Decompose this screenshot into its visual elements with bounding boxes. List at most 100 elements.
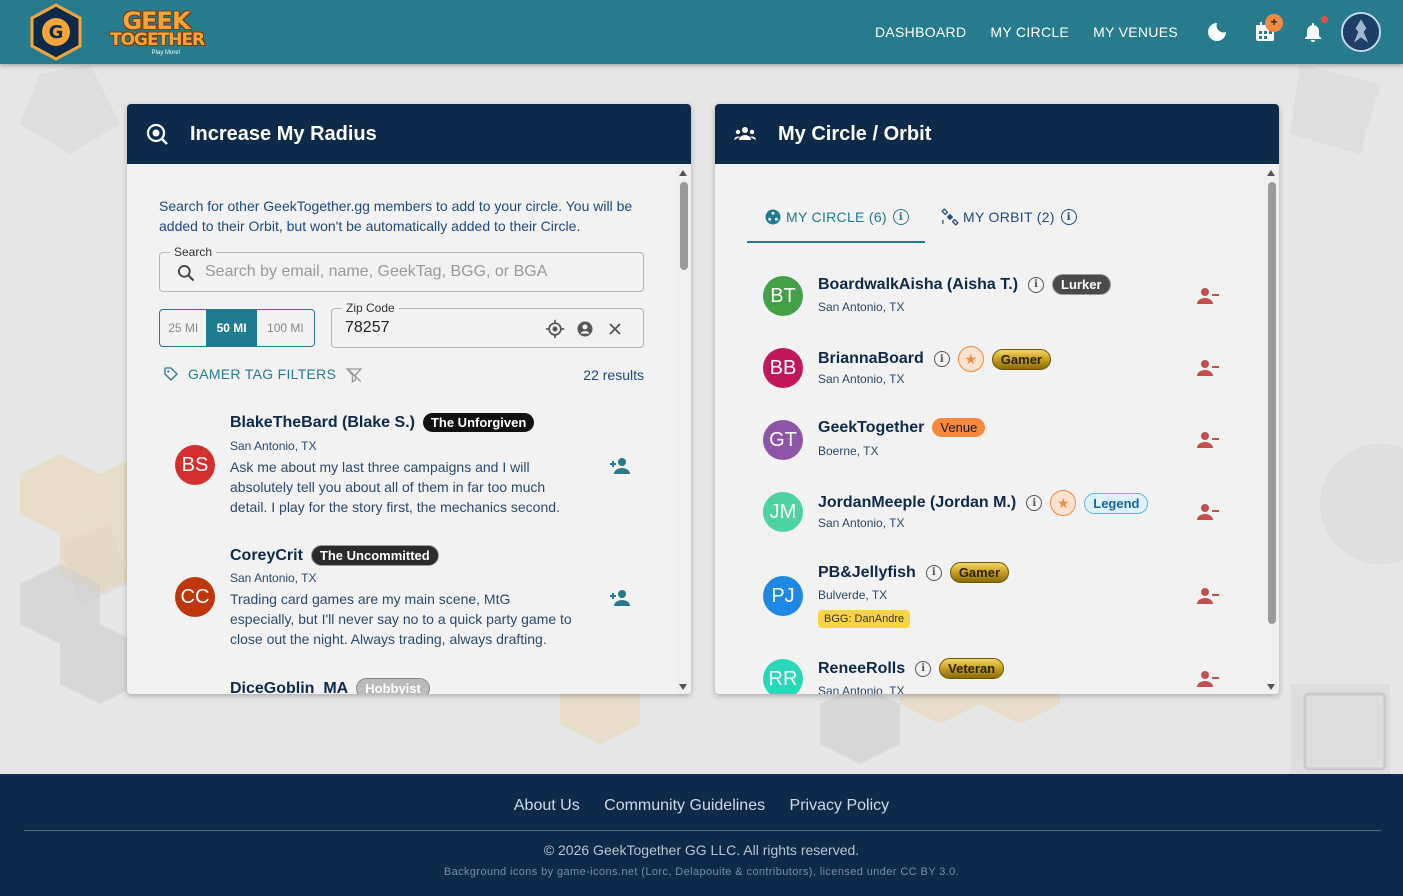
- dark-mode-moon-icon[interactable]: [1205, 20, 1229, 44]
- nav-my-circle[interactable]: MY CIRCLE: [990, 24, 1069, 40]
- nav-my-venues[interactable]: MY VENUES: [1093, 24, 1178, 40]
- scroll-down-arrow-icon[interactable]: [679, 684, 687, 690]
- clear-zip-icon[interactable]: [605, 319, 625, 339]
- geektogether-logo-icon[interactable]: G: [29, 3, 83, 61]
- gamer-tag-badge: Gamer: [991, 348, 1051, 370]
- footer-guidelines-link[interactable]: Community Guidelines: [604, 797, 765, 814]
- filter-off-icon[interactable]: [345, 366, 363, 384]
- footer-about-link[interactable]: About Us: [514, 797, 580, 814]
- radius-option-25[interactable]: 25 MI: [160, 310, 208, 346]
- avatar: PJ: [763, 576, 803, 616]
- tab-my-circle[interactable]: MY CIRCLE (6) i: [764, 208, 909, 226]
- member-location: San Antonio, TX: [230, 571, 317, 585]
- circle-member-location: San Antonio, TX: [818, 300, 905, 314]
- circle-member-location: Boerne, TX: [818, 444, 879, 458]
- remove-from-circle-icon[interactable]: [1196, 356, 1220, 380]
- tab-my-orbit[interactable]: MY ORBIT (2) i: [941, 208, 1077, 226]
- circle-member-name[interactable]: BriannaBoard i ★ Gamer: [818, 346, 1051, 372]
- circle-member-name-text: PB&Jellyfish: [818, 563, 916, 581]
- circle-tab-icon: [765, 209, 781, 225]
- avatar: BS: [175, 445, 215, 485]
- gamer-tag-filters-label: GAMER TAG FILTERS: [188, 366, 337, 382]
- member-bio: Trading card games are my main scene, Mt…: [230, 591, 572, 647]
- circle-member-location: Bulverde, TX: [818, 588, 888, 602]
- remove-from-circle-icon[interactable]: [1196, 284, 1220, 308]
- radius-option-50[interactable]: 50 MI: [207, 310, 257, 346]
- gamer-tag-badge: The Unforgiven: [422, 413, 535, 432]
- active-tab-indicator: [747, 241, 925, 243]
- orbit-info-icon[interactable]: i: [1060, 209, 1077, 225]
- brand-word-line2: TOGETHER: [110, 30, 205, 50]
- circle-info-icon[interactable]: i: [892, 209, 909, 225]
- top-navigation-bar: G GEEK TOGETHER Play More! DASHBOARD MY …: [0, 0, 1403, 64]
- member-name-text: CoreyCrit: [230, 546, 303, 564]
- scroll-up-arrow-icon[interactable]: [1267, 170, 1275, 176]
- circle-member-name[interactable]: BoardwalkAisha (Aisha T.) i Lurker: [818, 274, 1111, 295]
- circle-member-name[interactable]: PB&Jellyfish i Gamer: [818, 562, 1010, 583]
- circle-member-name[interactable]: ReneeRolls i Veteran: [818, 658, 1005, 679]
- member-info-icon[interactable]: i: [1026, 495, 1043, 511]
- scroll-down-arrow-icon[interactable]: [1267, 684, 1275, 690]
- search-placeholder: Search by email, name, GeekTag, BGG, or …: [205, 263, 548, 280]
- radius-search-icon: [146, 123, 168, 145]
- increase-radius-header: Increase My Radius: [127, 104, 691, 164]
- gamer-tag-badge: Lurker: [1052, 274, 1111, 295]
- logo-mark-text: G: [49, 22, 64, 43]
- user-avatar[interactable]: [1341, 12, 1381, 52]
- member-location: San Antonio, TX: [230, 439, 317, 453]
- remove-from-circle-icon[interactable]: [1196, 500, 1220, 524]
- member-info-icon[interactable]: i: [915, 660, 932, 677]
- member-name[interactable]: CoreyCrit The Uncommitted: [230, 545, 439, 566]
- gamer-tag-filters-button[interactable]: GAMER TAG FILTERS: [163, 366, 336, 382]
- main-nav: DASHBOARD MY CIRCLE MY VENUES: [875, 0, 1202, 64]
- circle-member-name[interactable]: GeekTogether Venue: [818, 418, 986, 437]
- notifications-bell-icon[interactable]: [1301, 20, 1325, 44]
- circle-member-name-text: GeekTogether: [818, 418, 925, 436]
- venue-badge: Venue: [932, 418, 986, 437]
- nav-dashboard[interactable]: DASHBOARD: [875, 24, 966, 40]
- member-name[interactable]: DiceGoblin_MA Hobbyist: [230, 678, 430, 694]
- favorite-star-icon[interactable]: ★: [1050, 490, 1077, 516]
- remove-from-circle-icon[interactable]: [1196, 584, 1220, 608]
- brand-wordmark[interactable]: GEEK TOGETHER Play More!: [110, 7, 205, 62]
- site-footer: About Us Community Guidelines Privacy Po…: [0, 774, 1403, 896]
- circle-member-name-text: ReneeRolls: [818, 659, 906, 677]
- scroll-thumb[interactable]: [1268, 182, 1276, 624]
- gamer-tag-badge: Hobbyist: [356, 678, 430, 694]
- member-search-input[interactable]: Search Search by email, name, GeekTag, B…: [159, 245, 644, 292]
- calendar-add-badge: +: [1265, 14, 1283, 32]
- favorite-star-icon[interactable]: ★: [957, 346, 984, 372]
- circle-member-name[interactable]: JordanMeeple (Jordan M.) i ★ Legend: [818, 490, 1149, 516]
- footer-privacy-link[interactable]: Privacy Policy: [790, 797, 890, 814]
- scroll-thumb[interactable]: [680, 182, 688, 270]
- member-name[interactable]: BlakeTheBard (Blake S.) The Unforgiven: [230, 413, 535, 432]
- my-circle-card: My Circle / Orbit MY CIRCLE (6) i MY ORB…: [715, 104, 1279, 694]
- remove-from-circle-icon[interactable]: [1196, 428, 1220, 452]
- member-bio: Ask me about my last three campaigns and…: [230, 459, 560, 515]
- results-count: 22 results: [583, 367, 644, 383]
- scroll-up-arrow-icon[interactable]: [679, 170, 687, 176]
- my-location-icon[interactable]: [545, 319, 565, 339]
- circle-member-location: San Antonio, TX: [818, 516, 905, 530]
- gamer-tag-badge: Veteran: [939, 658, 1005, 679]
- profile-location-icon[interactable]: [575, 319, 595, 339]
- left-scrollbar[interactable]: [676, 164, 691, 694]
- add-to-circle-icon[interactable]: [608, 454, 632, 478]
- member-info-icon[interactable]: i: [925, 564, 942, 581]
- brand-word-line1: GEEK: [122, 7, 190, 35]
- bgg-username-chip: BGG: DanAndre: [818, 610, 911, 628]
- add-to-circle-icon[interactable]: [608, 586, 632, 610]
- member-info-icon[interactable]: i: [1028, 276, 1045, 293]
- radius-option-100[interactable]: 100 MI: [257, 310, 314, 346]
- search-label: Search: [170, 245, 217, 259]
- right-scrollbar[interactable]: [1264, 164, 1279, 694]
- circle-member-name-text: BriannaBoard: [818, 350, 924, 367]
- brand-tagline: Play More!: [151, 50, 181, 56]
- member-name-text: DiceGoblin_MA: [230, 679, 349, 695]
- member-name-text: BlakeTheBard (Blake S.): [230, 413, 415, 431]
- zip-code-field[interactable]: Zip Code 78257: [331, 301, 644, 348]
- remove-from-circle-icon[interactable]: [1196, 667, 1220, 691]
- member-info-icon[interactable]: i: [933, 351, 950, 367]
- circle-member-name-text: JordanMeeple (Jordan M.): [818, 494, 1017, 511]
- search-icon: [178, 265, 195, 282]
